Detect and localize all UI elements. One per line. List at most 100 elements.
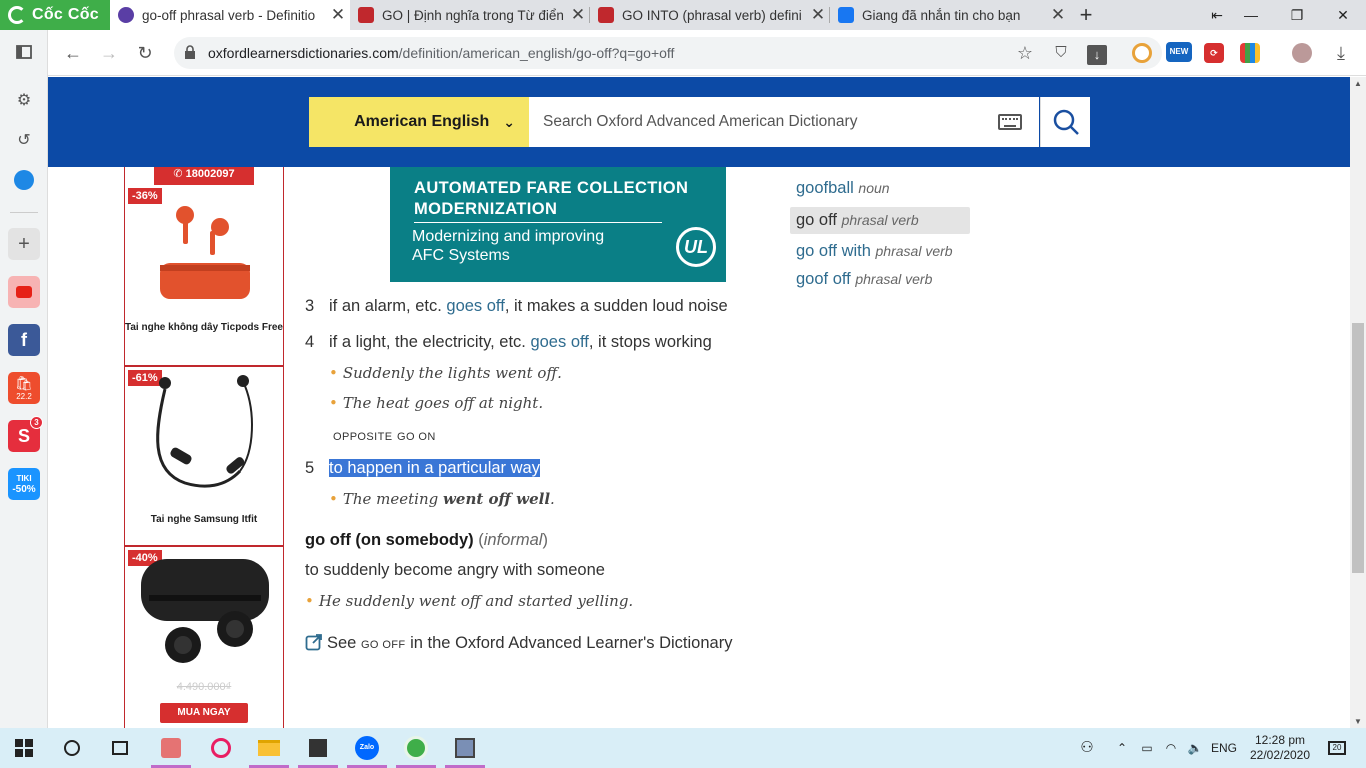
tiki-icon[interactable]: TIKI -50%: [8, 468, 40, 500]
tab-facebook[interactable]: Giang đã nhắn tin cho bạn ✕: [830, 0, 1070, 30]
new-tab-button[interactable]: +: [1072, 0, 1100, 30]
word-list-item-current[interactable]: go off phrasal verb: [790, 207, 970, 234]
people-icon[interactable]: ⚇: [1074, 728, 1100, 768]
sendo-icon[interactable]: S3: [8, 416, 43, 452]
example-sentence: • The heat goes off at night.: [329, 394, 543, 412]
ad-card-ticpods[interactable]: -36% Tai nghe không dây Ticpods Free: [125, 185, 283, 367]
address-bar[interactable]: oxfordlearnersdictionaries.com/definitio…: [174, 37, 1162, 69]
go-off-oald-link[interactable]: GO OFF: [361, 639, 406, 651]
extension-color-icon[interactable]: [1240, 43, 1260, 63]
new-extension-icon[interactable]: NEW: [1166, 42, 1192, 62]
wifi-icon[interactable]: ◠: [1160, 728, 1182, 768]
scroll-up-icon[interactable]: ▲: [1350, 79, 1366, 88]
def-text: if a light, the electricity, etc.: [329, 333, 531, 351]
shield-icon[interactable]: ⛉: [1046, 38, 1076, 68]
search-circle-icon[interactable]: [58, 734, 86, 762]
sticky-notes-icon[interactable]: [304, 734, 332, 762]
sidebar-toggle-icon[interactable]: [8, 36, 40, 68]
chevron-up-icon[interactable]: ⌃: [1112, 728, 1132, 768]
volume-icon[interactable]: 🔈: [1184, 728, 1206, 768]
settings-icon[interactable]: ⚙: [8, 84, 40, 116]
coccoc-extension-icon[interactable]: [1132, 43, 1152, 63]
bookmark-star-icon[interactable]: ☆: [1010, 38, 1040, 68]
tab-go-off[interactable]: go-off phrasal verb - Definitio ✕: [110, 0, 350, 30]
coccoc-taskbar-icon[interactable]: [402, 734, 430, 762]
file-explorer-icon[interactable]: [255, 734, 283, 762]
clock[interactable]: 12:28 pm 22/02/2020: [1244, 728, 1316, 768]
phone-icon: ✆: [173, 168, 186, 180]
ad-card-samsung-itfit[interactable]: -61% Tai nghe Samsung Itfit: [125, 367, 283, 547]
search-input[interactable]: [529, 97, 969, 147]
battery-icon[interactable]: ▭: [1136, 728, 1158, 768]
old-price: 4.490.000₫: [176, 681, 232, 693]
tab-title: Giang đã nhắn tin cho bạn: [862, 7, 1021, 23]
banner-subtitle-line2: AFC Systems: [412, 247, 510, 264]
task-view-icon[interactable]: [106, 734, 134, 762]
example-text: Suddenly the lights went off.: [342, 364, 562, 382]
keyboard-icon[interactable]: [998, 114, 1022, 130]
idiom-phrase: go off (on somebody): [305, 531, 474, 549]
paint-app-icon[interactable]: [207, 734, 235, 762]
minimize-button[interactable]: —: [1228, 0, 1274, 30]
example-sentence: • Suddenly the lights went off.: [329, 364, 562, 382]
zalo-icon[interactable]: Zalo: [353, 734, 381, 762]
neckband-earphones-image: [156, 375, 253, 488]
extension-red-icon[interactable]: ⟳: [1204, 43, 1224, 63]
word-list-item[interactable]: goof off phrasal verb: [796, 270, 932, 289]
book-favicon-icon: [598, 7, 614, 23]
tab-title: GO | Định nghĩa trong Từ điển: [382, 7, 564, 23]
banner-heading: AUTOMATED FARE COLLECTION MODERNIZATION: [414, 178, 688, 220]
url-text: oxfordlearnersdictionaries.com/definitio…: [208, 45, 674, 61]
tab-go-into[interactable]: GO INTO (phrasal verb) defini ✕: [590, 0, 830, 30]
brand-name: Cốc Cốc: [32, 6, 99, 23]
download-video-icon[interactable]: ↓: [1082, 38, 1112, 68]
afc-banner-ad[interactable]: AUTOMATED FARE COLLECTION MODERNIZATION …: [390, 167, 726, 282]
close-tab-icon[interactable]: ✕: [326, 5, 350, 25]
restore-button[interactable]: ❐: [1274, 0, 1320, 30]
notification-center-icon[interactable]: 20: [1322, 728, 1352, 768]
messenger-icon[interactable]: [8, 164, 40, 196]
profile-avatar[interactable]: [1292, 43, 1312, 63]
banner-heading-line2: MODERNIZATION: [414, 200, 558, 218]
scroll-down-icon[interactable]: ▼: [1350, 717, 1366, 726]
youtube-icon[interactable]: [8, 276, 40, 308]
banner-subtitle-line1: Modernizing and improving: [412, 228, 605, 245]
app-taskbar-icon[interactable]: [157, 734, 185, 762]
search-button[interactable]: [1040, 97, 1090, 147]
downloads-icon[interactable]: ⤓: [1326, 38, 1356, 68]
shopee-icon[interactable]: 🛍 22.2: [8, 372, 40, 404]
language-indicator[interactable]: ENG: [1208, 728, 1240, 768]
goes-off-link[interactable]: goes off: [530, 333, 588, 351]
hotline-banner[interactable]: ✆ 18002097: [154, 167, 254, 185]
dictionary-selector[interactable]: American English ⌄: [309, 97, 529, 147]
close-tab-icon[interactable]: ✕: [806, 5, 830, 25]
clock-date: 22/02/2020: [1249, 748, 1311, 762]
history-icon[interactable]: ↺: [8, 124, 40, 156]
scrollbar-thumb[interactable]: [1352, 323, 1364, 573]
reload-button[interactable]: ↻: [130, 38, 160, 68]
banner-subtitle: Modernizing and improving AFC Systems: [412, 227, 604, 265]
idiom-register: (informal): [478, 531, 548, 549]
snipping-tool-icon[interactable]: [451, 734, 479, 762]
close-window-button[interactable]: ✕: [1320, 0, 1366, 30]
bullet-icon: •: [329, 490, 338, 508]
facebook-icon[interactable]: f: [8, 324, 40, 356]
word-list-item[interactable]: go off with phrasal verb: [796, 242, 953, 261]
tab-go-cambridge[interactable]: GO | Định nghĩa trong Từ điển ✕: [350, 0, 590, 30]
example-text: The meeting: [342, 490, 444, 508]
add-app-button[interactable]: +: [8, 228, 40, 260]
opposite-link[interactable]: GO ON: [397, 431, 436, 443]
coccoc-logo[interactable]: Cốc Cốc: [0, 0, 110, 30]
buy-now-button[interactable]: MUA NGAY: [160, 703, 248, 723]
windows-start-icon[interactable]: [10, 734, 38, 762]
site-header: American English ⌄: [48, 77, 1350, 167]
back-button[interactable]: ←: [58, 38, 88, 68]
zalo-label: Zalo: [355, 736, 379, 760]
word-list-item[interactable]: goofball noun: [796, 179, 890, 198]
def-text: , it stops working: [588, 333, 712, 351]
forward-button[interactable]: →: [94, 38, 124, 68]
close-tab-icon[interactable]: ✕: [566, 5, 590, 25]
vertical-scrollbar[interactable]: ▲ ▼: [1350, 77, 1366, 728]
close-tab-icon[interactable]: ✕: [1046, 5, 1070, 25]
goes-off-link[interactable]: goes off: [446, 297, 504, 315]
